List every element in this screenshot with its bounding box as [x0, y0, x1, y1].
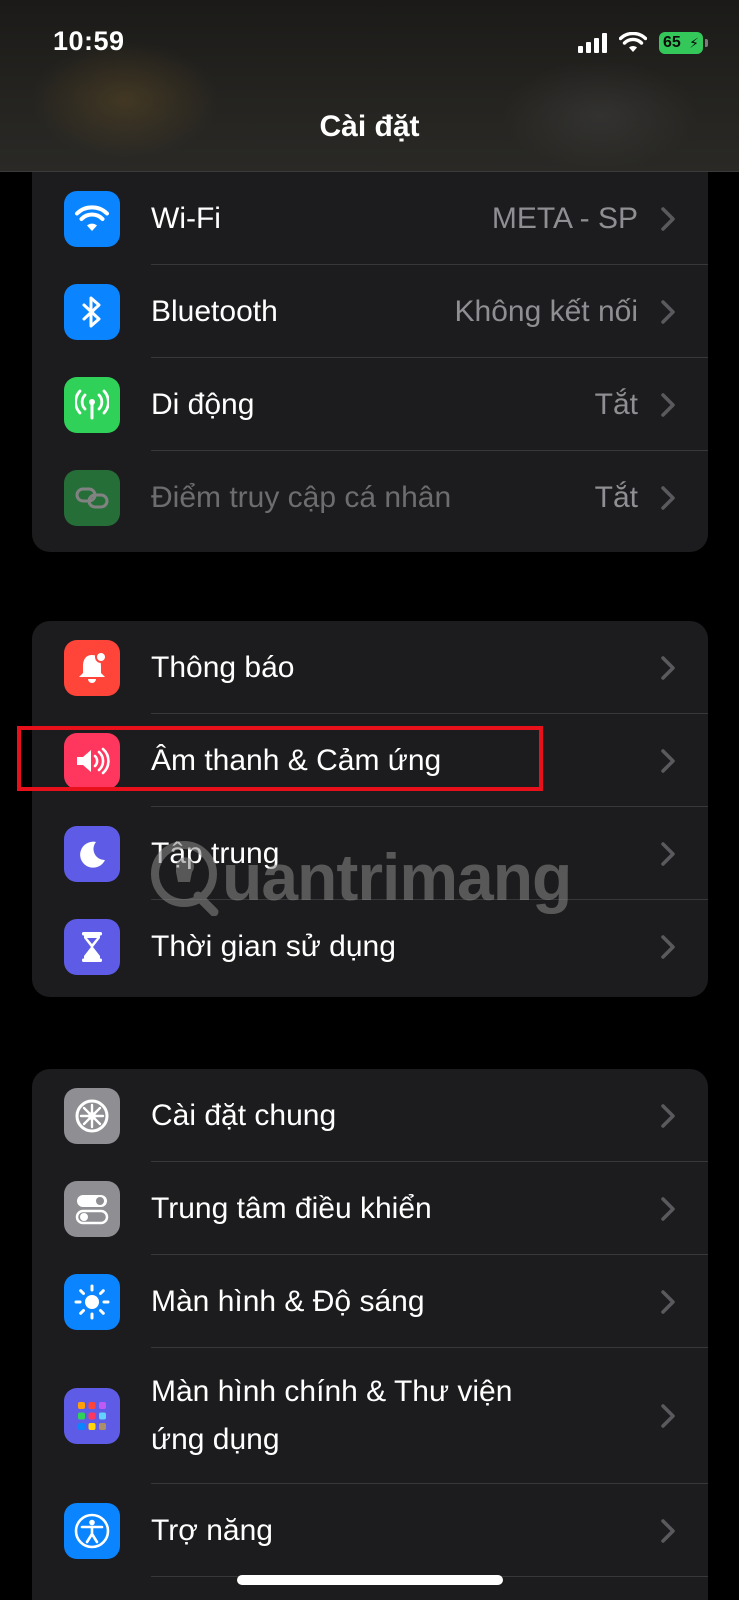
row-label: Trợ năng: [151, 1513, 273, 1547]
chevron-right-icon: [661, 1289, 675, 1314]
chevron-right-icon: [661, 392, 675, 417]
status-time: 10:59: [53, 26, 125, 56]
chevron-right-icon: [661, 934, 675, 959]
page-title: Cài đặt: [319, 110, 420, 143]
general-group: Cài đặt chung Trung tâm điều khiển Màn h…: [32, 1069, 708, 1600]
row-label: Wi-Fi: [151, 201, 221, 235]
row-label: Thông báo: [151, 650, 295, 684]
chevron-right-icon: [661, 1103, 675, 1128]
chevron-right-icon: [661, 748, 675, 773]
chevron-right-icon: [661, 1404, 675, 1428]
row-value: Không kết nối: [454, 294, 638, 328]
row-label: Màn hình & Độ sáng: [151, 1284, 425, 1318]
settings-row-wifi[interactable]: Wi-Fi META - SP: [32, 172, 708, 265]
watermark-text: uantrimang: [222, 840, 572, 914]
hourglass-icon: [64, 918, 120, 975]
chevron-right-icon: [661, 841, 675, 866]
speaker-icon: [64, 732, 120, 789]
app-grid-icon: [64, 1388, 120, 1444]
settings-row-general[interactable]: Cài đặt chung: [32, 1069, 708, 1162]
row-label: Cài đặt chung: [151, 1098, 337, 1132]
moon-icon: [64, 825, 120, 882]
settings-row-sounds-haptics[interactable]: Âm thanh & Cảm ứng: [32, 714, 708, 807]
chevron-right-icon: [661, 485, 675, 510]
wifi-icon: [64, 190, 120, 247]
settings-row-control-center[interactable]: Trung tâm điều khiển: [32, 1162, 708, 1255]
gear-icon: [64, 1087, 120, 1144]
connectivity-group: Wi-Fi META - SP Bluetooth Không kết nối: [32, 170, 708, 552]
lightbulb-icon: [151, 841, 219, 916]
chevron-right-icon: [661, 1518, 675, 1543]
settings-row-bluetooth[interactable]: Bluetooth Không kết nối: [32, 265, 708, 358]
row-label-line2: ứng dụng: [151, 1423, 280, 1456]
navigation-header: 10:59 65 ⚡ Cài đặt: [0, 0, 739, 172]
row-value: Tắt: [594, 480, 638, 514]
sun-icon: [64, 1273, 120, 1330]
toggles-icon: [64, 1180, 120, 1237]
row-label: Thời gian sử dụng: [151, 929, 396, 963]
home-indicator[interactable]: [237, 1575, 503, 1585]
settings-row-notifications[interactable]: Thông báo: [32, 621, 708, 714]
settings-row-cellular[interactable]: Di động Tắt: [32, 358, 708, 451]
battery-percent: 65: [663, 34, 681, 51]
settings-row-personal-hotspot[interactable]: Điểm truy cập cá nhân Tắt: [32, 451, 708, 544]
row-label: Điểm truy cập cá nhân: [151, 480, 452, 514]
row-value: Tắt: [594, 387, 638, 421]
settings-row-accessibility[interactable]: Trợ năng: [32, 1484, 708, 1577]
row-label: Di động: [151, 387, 255, 421]
row-label: Trung tâm điều khiển: [151, 1191, 432, 1225]
watermark: uantrimang: [148, 838, 572, 916]
accessibility-icon: [64, 1502, 120, 1559]
row-label: Âm thanh & Cảm ứng: [151, 743, 442, 777]
cellular-antenna-icon: [64, 376, 120, 433]
status-icons: 65 ⚡: [578, 32, 708, 54]
row-label-line1: Màn hình chính & Thư viện: [151, 1375, 513, 1408]
settings-row-home-screen-app-library[interactable]: Màn hình chính & Thư viện ứng dụng: [32, 1348, 708, 1484]
personal-hotspot-icon: [64, 469, 120, 526]
wifi-status-icon: [619, 32, 647, 52]
settings-row-display-brightness[interactable]: Màn hình & Độ sáng: [32, 1255, 708, 1348]
bluetooth-icon: [64, 283, 120, 340]
settings-screen: 10:59 65 ⚡ Cài đặt Wi-Fi META - SP Bluet…: [0, 0, 739, 1600]
battery-icon: 65 ⚡: [659, 32, 708, 54]
row-value: META - SP: [491, 201, 638, 235]
notifications-group: Thông báo Âm thanh & Cảm ứng Tập trung T…: [32, 621, 708, 997]
row-label: Màn hình chính & Thư viện ứng dụng: [151, 1368, 512, 1464]
chevron-right-icon: [661, 655, 675, 680]
chevron-right-icon: [661, 206, 675, 231]
cellular-signal-icon: [578, 33, 607, 53]
bell-icon: [64, 639, 120, 696]
chevron-right-icon: [661, 299, 675, 324]
chevron-right-icon: [661, 1196, 675, 1221]
row-label: Bluetooth: [151, 294, 278, 328]
